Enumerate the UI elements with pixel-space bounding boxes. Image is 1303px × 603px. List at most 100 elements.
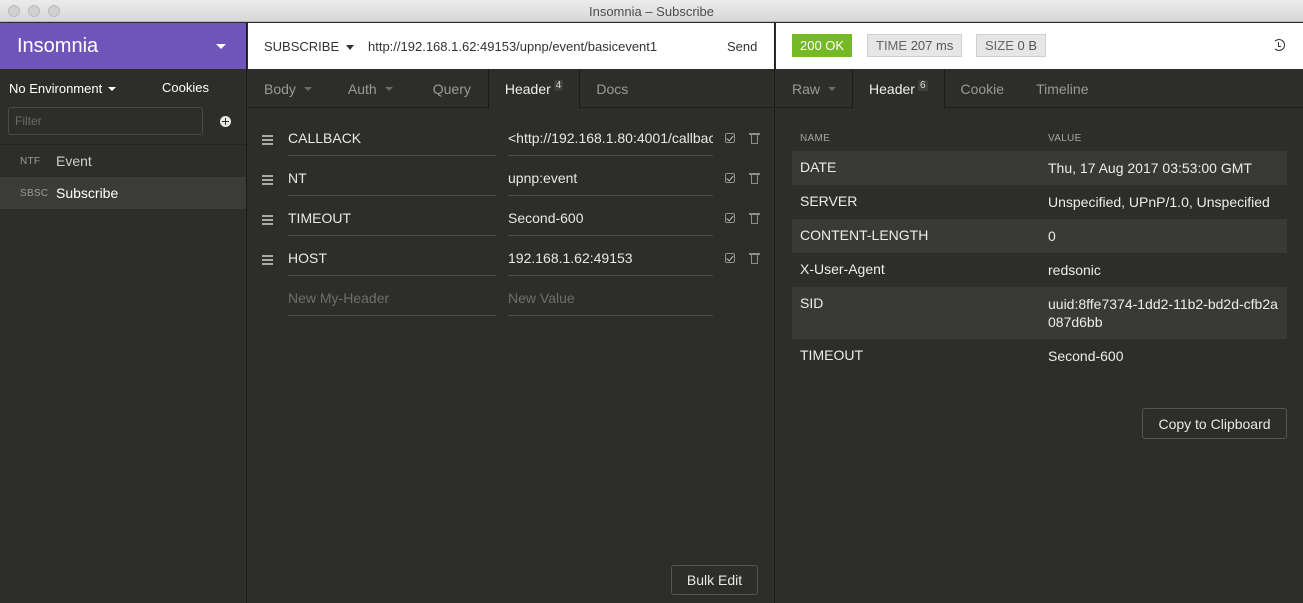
tab-cookie[interactable]: Cookie bbox=[945, 69, 1021, 108]
header-row: NT upnp:event bbox=[248, 160, 774, 200]
header-count-badge: 6 bbox=[917, 79, 928, 91]
trash-icon[interactable] bbox=[749, 173, 760, 184]
url-bar: SUBSCRIBE http://192.168.1.62:49153/upnp… bbox=[248, 23, 774, 69]
table-row: SID uuid:8ffe7374-1dd2-11b2-bd2d-cfb2a08… bbox=[792, 287, 1287, 339]
response-header-table: NAME VALUE DATE Thu, 17 Aug 2017 03:53:0… bbox=[792, 129, 1287, 373]
drag-handle-icon[interactable] bbox=[262, 135, 273, 145]
environment-row: No Environment Cookies bbox=[0, 69, 246, 107]
drag-handle-icon[interactable] bbox=[262, 255, 273, 265]
tab-timeline[interactable]: Timeline bbox=[1020, 69, 1104, 108]
response-status-bar: 200 OK TIME 207 ms SIZE 0 B bbox=[776, 23, 1303, 69]
time-label: TIME bbox=[876, 38, 908, 53]
send-button[interactable]: Send bbox=[727, 39, 757, 54]
tab-query[interactable]: Query bbox=[409, 69, 488, 108]
header-value-field[interactable]: <http://192.168.1.80:4001/callbac bbox=[508, 120, 713, 156]
header-name: X-User-Agent bbox=[800, 261, 885, 277]
environment-label: No Environment bbox=[9, 81, 103, 96]
caret-down-icon bbox=[108, 87, 117, 92]
response-pane: 200 OK TIME 207 ms SIZE 0 B Raw Header 6 … bbox=[776, 23, 1303, 603]
tab-label: Header bbox=[504, 81, 551, 97]
header-name: SERVER bbox=[800, 193, 858, 209]
add-request-icon[interactable] bbox=[220, 116, 231, 127]
time-badge: TIME 207 ms bbox=[867, 34, 963, 57]
history-icon[interactable] bbox=[1273, 39, 1285, 51]
header-name-field[interactable]: TIMEOUT bbox=[288, 200, 496, 236]
tab-label: Docs bbox=[596, 80, 629, 97]
caret-down-icon bbox=[828, 86, 837, 91]
workspace-menu[interactable]: Insomnia bbox=[0, 23, 246, 69]
tab-label: Raw bbox=[792, 80, 821, 97]
status-badge: 200 OK bbox=[792, 34, 853, 57]
request-item-subscribe[interactable]: SBSC Subscribe bbox=[0, 177, 246, 209]
tab-body[interactable]: Body bbox=[248, 69, 328, 108]
caret-down-icon bbox=[216, 44, 226, 49]
bulk-edit-button[interactable]: Bulk Edit bbox=[671, 565, 758, 595]
header-name-field[interactable]: NT bbox=[288, 160, 496, 196]
method-select[interactable]: SUBSCRIBE bbox=[264, 39, 355, 54]
environment-select[interactable]: No Environment bbox=[9, 80, 117, 96]
url-input[interactable]: http://192.168.1.62:49153/upnp/event/bas… bbox=[368, 39, 657, 54]
drag-handle-icon[interactable] bbox=[262, 175, 273, 185]
request-tabs: Body Auth Query Header 4 Docs bbox=[248, 69, 774, 109]
header-list: CALLBACK <http://192.168.1.80:4001/callb… bbox=[248, 108, 774, 320]
header-name: DATE bbox=[800, 159, 837, 175]
table-row: X-User-Agent redsonic bbox=[792, 253, 1287, 287]
method-label: SUBSCRIBE bbox=[264, 39, 340, 54]
header-value: uuid:8ffe7374-1dd2-11b2-bd2d-cfb2a087d6b… bbox=[1048, 296, 1278, 330]
header-value: Thu, 17 Aug 2017 03:53:00 GMT bbox=[1048, 160, 1252, 176]
checkbox-icon[interactable] bbox=[725, 133, 735, 143]
header-value-field[interactable]: Second-600 bbox=[508, 200, 713, 236]
cookies-button[interactable]: Cookies bbox=[162, 80, 209, 95]
tab-docs[interactable]: Docs bbox=[580, 69, 644, 108]
header-value: redsonic bbox=[1048, 262, 1101, 278]
new-header-row: New My-Header New Value bbox=[248, 280, 774, 320]
request-pane: SUBSCRIBE http://192.168.1.62:49153/upnp… bbox=[248, 23, 775, 603]
copy-to-clipboard-button[interactable]: Copy to Clipboard bbox=[1142, 408, 1287, 439]
header-value-field[interactable]: upnp:event bbox=[508, 160, 713, 196]
header-value-field[interactable]: 192.168.1.62:49153 bbox=[508, 240, 713, 276]
new-header-value-field[interactable]: New Value bbox=[508, 280, 713, 316]
tab-header[interactable]: Header 4 bbox=[487, 69, 581, 109]
table-header: NAME VALUE bbox=[792, 129, 1287, 151]
tab-label: Auth bbox=[347, 80, 377, 97]
tab-label: Body bbox=[264, 80, 296, 97]
size-label: SIZE bbox=[985, 38, 1014, 53]
size-badge: SIZE 0 B bbox=[976, 34, 1047, 57]
drag-handle-icon[interactable] bbox=[262, 215, 273, 225]
header-count-badge: 4 bbox=[553, 79, 564, 91]
tab-header[interactable]: Header 6 bbox=[852, 69, 945, 109]
filter-input[interactable] bbox=[8, 107, 203, 135]
caret-down-icon bbox=[384, 86, 393, 91]
trash-icon[interactable] bbox=[749, 213, 760, 224]
request-method-badge: NTF bbox=[20, 155, 41, 167]
trash-icon[interactable] bbox=[749, 253, 760, 264]
caret-down-icon bbox=[346, 45, 355, 51]
checkbox-icon[interactable] bbox=[725, 213, 735, 223]
time-value: 207 ms bbox=[910, 38, 954, 53]
header-name-field[interactable]: CALLBACK bbox=[288, 120, 496, 156]
request-name: Event bbox=[56, 153, 92, 169]
window-title: Insomnia – Subscribe bbox=[588, 4, 714, 19]
column-value-header: VALUE bbox=[1048, 133, 1082, 144]
header-value: Unspecified, UPnP/1.0, Unspecified bbox=[1048, 194, 1270, 210]
header-row: TIMEOUT Second-600 bbox=[248, 200, 774, 240]
request-item-event[interactable]: NTF Event bbox=[0, 145, 246, 177]
request-list: NTF Event SBSC Subscribe bbox=[0, 145, 246, 209]
table-row: TIMEOUT Second-600 bbox=[792, 339, 1287, 373]
size-value: 0 B bbox=[1017, 38, 1038, 53]
checkbox-icon[interactable] bbox=[725, 253, 735, 263]
tab-raw[interactable]: Raw bbox=[776, 69, 852, 108]
trash-icon[interactable] bbox=[749, 133, 760, 144]
header-name: TIMEOUT bbox=[800, 347, 863, 363]
checkbox-icon[interactable] bbox=[725, 173, 735, 183]
header-row: HOST 192.168.1.62:49153 bbox=[248, 240, 774, 280]
tab-auth[interactable]: Auth bbox=[328, 69, 409, 108]
header-name-field[interactable]: HOST bbox=[288, 240, 496, 276]
request-name: Subscribe bbox=[56, 185, 119, 201]
column-name-header: NAME bbox=[800, 133, 831, 144]
tab-label: Cookie bbox=[960, 80, 1005, 97]
request-method-badge: SBSC bbox=[20, 187, 49, 199]
brand-name: Insomnia bbox=[17, 34, 99, 57]
new-header-name-field[interactable]: New My-Header bbox=[288, 280, 496, 316]
header-value: 0 bbox=[1048, 228, 1056, 244]
